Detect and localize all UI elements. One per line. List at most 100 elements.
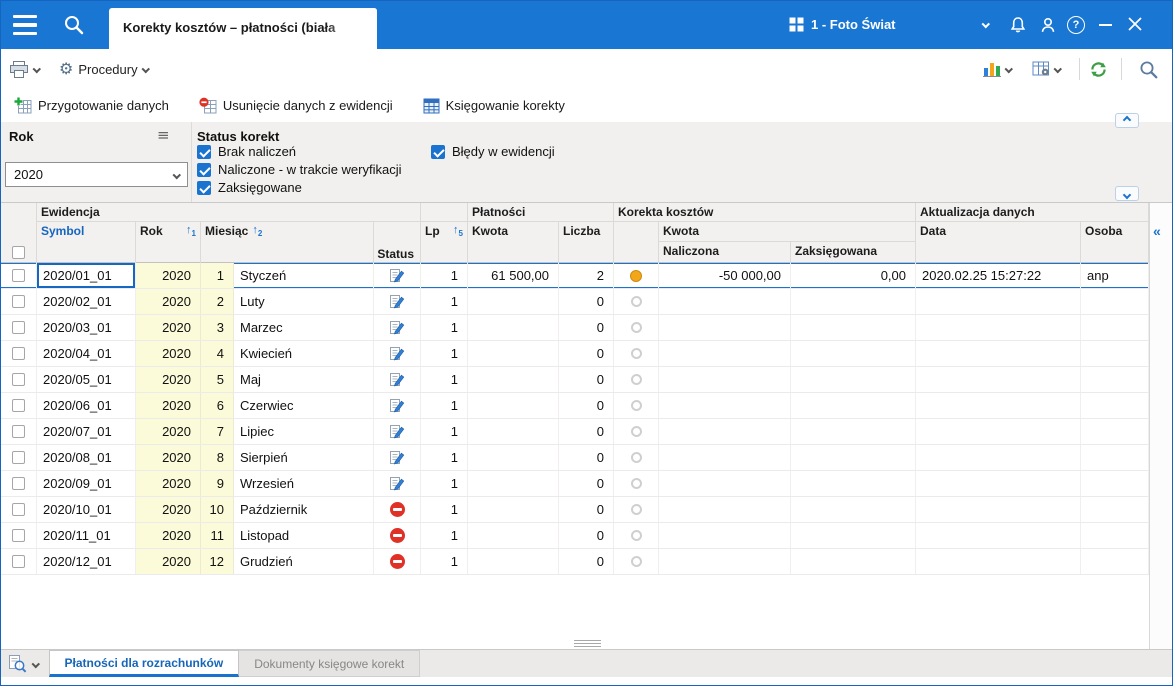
- cell-symbol[interactable]: 2020/08_01: [37, 445, 136, 470]
- row-checkbox[interactable]: [12, 295, 25, 308]
- minimize-icon[interactable]: [1099, 24, 1112, 27]
- col-osoba[interactable]: Osoba: [1081, 222, 1149, 263]
- col-zaksiegowana[interactable]: Zaksięgowana: [791, 242, 916, 263]
- cell-naliczona[interactable]: -50 000,00: [659, 263, 791, 288]
- row-checkbox[interactable]: [12, 425, 25, 438]
- prepare-data-button[interactable]: Przygotowanie danych: [9, 94, 174, 117]
- cell-osoba[interactable]: [1081, 445, 1149, 470]
- cell-naliczona[interactable]: [659, 445, 791, 470]
- cell-liczba[interactable]: 0: [559, 471, 614, 496]
- cell-miesiac-nr[interactable]: 1: [201, 263, 234, 288]
- cell-status[interactable]: [374, 523, 421, 548]
- cell-zaksiegowana[interactable]: [791, 289, 916, 314]
- company-chevron-down-icon[interactable]: [981, 19, 990, 28]
- cell-lp[interactable]: 1: [421, 471, 468, 496]
- table-row[interactable]: 2020/02_01 2020 2 Luty 1 0: [1, 289, 1149, 315]
- cell-liczba[interactable]: 0: [559, 549, 614, 574]
- cell-status[interactable]: [374, 341, 421, 366]
- cell-miesiac-nr[interactable]: 12: [201, 549, 234, 574]
- bottom-tab-dokumenty[interactable]: Dokumenty księgowe korekt: [239, 650, 421, 677]
- cell-miesiac[interactable]: Październik: [234, 497, 374, 522]
- book-correction-button[interactable]: Księgowanie korekty: [418, 95, 570, 117]
- cell-symbol[interactable]: 2020/02_01: [37, 289, 136, 314]
- cell-korekta-status[interactable]: [614, 341, 659, 366]
- cell-rok[interactable]: 2020: [136, 289, 201, 314]
- cell-miesiac[interactable]: Kwiecień: [234, 341, 374, 366]
- cell-rok[interactable]: 2020: [136, 315, 201, 340]
- year-select[interactable]: 2020: [5, 162, 188, 187]
- cell-rok[interactable]: 2020: [136, 263, 201, 288]
- cell-zaksiegowana[interactable]: [791, 341, 916, 366]
- cell-kwota-platnosci[interactable]: 61 500,00: [468, 263, 559, 288]
- cell-miesiac[interactable]: Wrzesień: [234, 471, 374, 496]
- cell-rok[interactable]: 2020: [136, 419, 201, 444]
- col-kwota-platnosci[interactable]: Kwota: [468, 222, 559, 263]
- cell-status[interactable]: [374, 289, 421, 314]
- cell-status[interactable]: [374, 549, 421, 574]
- col-status[interactable]: Status: [374, 222, 421, 263]
- cell-zaksiegowana[interactable]: [791, 367, 916, 392]
- cell-miesiac-nr[interactable]: 11: [201, 523, 234, 548]
- cell-data[interactable]: [916, 523, 1081, 548]
- col-kwota-korekty[interactable]: Kwota: [659, 222, 916, 242]
- row-checkbox[interactable]: [12, 529, 25, 542]
- row-checkbox[interactable]: [12, 321, 25, 334]
- cell-osoba[interactable]: [1081, 523, 1149, 548]
- cell-lp[interactable]: 1: [421, 367, 468, 392]
- collapse-columns-icon[interactable]: «: [1153, 223, 1161, 239]
- cell-kwota-platnosci[interactable]: [468, 289, 559, 314]
- cell-miesiac-nr[interactable]: 4: [201, 341, 234, 366]
- cell-kwota-platnosci[interactable]: [468, 393, 559, 418]
- checkbox-zaksiegowane[interactable]: Zaksięgowane: [197, 180, 302, 195]
- cell-liczba[interactable]: 0: [559, 393, 614, 418]
- cell-miesiac[interactable]: Marzec: [234, 315, 374, 340]
- cell-miesiac[interactable]: Listopad: [234, 523, 374, 548]
- cell-symbol[interactable]: 2020/11_01: [37, 523, 136, 548]
- col-miesiac[interactable]: Miesiąc ↑2: [201, 222, 374, 263]
- cell-korekta-status[interactable]: [614, 289, 659, 314]
- cell-data[interactable]: [916, 549, 1081, 574]
- cell-osoba[interactable]: [1081, 419, 1149, 444]
- cell-symbol[interactable]: 2020/12_01: [37, 549, 136, 574]
- cell-miesiac[interactable]: Sierpień: [234, 445, 374, 470]
- cell-rok[interactable]: 2020: [136, 549, 201, 574]
- cell-miesiac[interactable]: Styczeń: [234, 263, 374, 288]
- detail-view-button[interactable]: [1, 650, 49, 677]
- cell-zaksiegowana[interactable]: [791, 445, 916, 470]
- cell-naliczona[interactable]: [659, 497, 791, 522]
- close-icon[interactable]: [1127, 16, 1143, 32]
- cell-status[interactable]: [374, 497, 421, 522]
- cell-lp[interactable]: 1: [421, 393, 468, 418]
- cell-kwota-platnosci[interactable]: [468, 471, 559, 496]
- col-korekta-status[interactable]: [614, 222, 659, 263]
- cell-zaksiegowana[interactable]: [791, 315, 916, 340]
- cell-miesiac-nr[interactable]: 2: [201, 289, 234, 314]
- cell-symbol[interactable]: 2020/01_01: [37, 263, 136, 288]
- cell-zaksiegowana[interactable]: [791, 549, 916, 574]
- cell-data[interactable]: [916, 315, 1081, 340]
- cell-naliczona[interactable]: [659, 549, 791, 574]
- cell-status[interactable]: [374, 263, 421, 288]
- cell-naliczona[interactable]: [659, 471, 791, 496]
- cell-osoba[interactable]: [1081, 289, 1149, 314]
- cell-osoba[interactable]: anp: [1081, 263, 1149, 288]
- company-selector-label[interactable]: 1 - Foto Świat: [811, 17, 896, 32]
- cell-korekta-status[interactable]: [614, 367, 659, 392]
- table-row[interactable]: 2020/05_01 2020 5 Maj 1 0: [1, 367, 1149, 393]
- checkbox-brak-naliczen[interactable]: Brak naliczeń: [197, 144, 296, 159]
- cell-rok[interactable]: 2020: [136, 341, 201, 366]
- table-row[interactable]: 2020/09_01 2020 9 Wrzesień 1 0: [1, 471, 1149, 497]
- cell-rok[interactable]: 2020: [136, 523, 201, 548]
- cell-rok[interactable]: 2020: [136, 497, 201, 522]
- cell-lp[interactable]: 1: [421, 549, 468, 574]
- cell-korekta-status[interactable]: [614, 393, 659, 418]
- cell-symbol[interactable]: 2020/06_01: [37, 393, 136, 418]
- cell-miesiac-nr[interactable]: 7: [201, 419, 234, 444]
- cell-korekta-status[interactable]: [614, 445, 659, 470]
- cell-symbol[interactable]: 2020/10_01: [37, 497, 136, 522]
- cell-korekta-status[interactable]: [614, 263, 659, 288]
- chart-view-button[interactable]: [983, 49, 1013, 89]
- year-filter-menu-icon[interactable]: ≡: [157, 126, 170, 144]
- cell-osoba[interactable]: [1081, 341, 1149, 366]
- table-row[interactable]: 2020/07_01 2020 7 Lipiec 1 0: [1, 419, 1149, 445]
